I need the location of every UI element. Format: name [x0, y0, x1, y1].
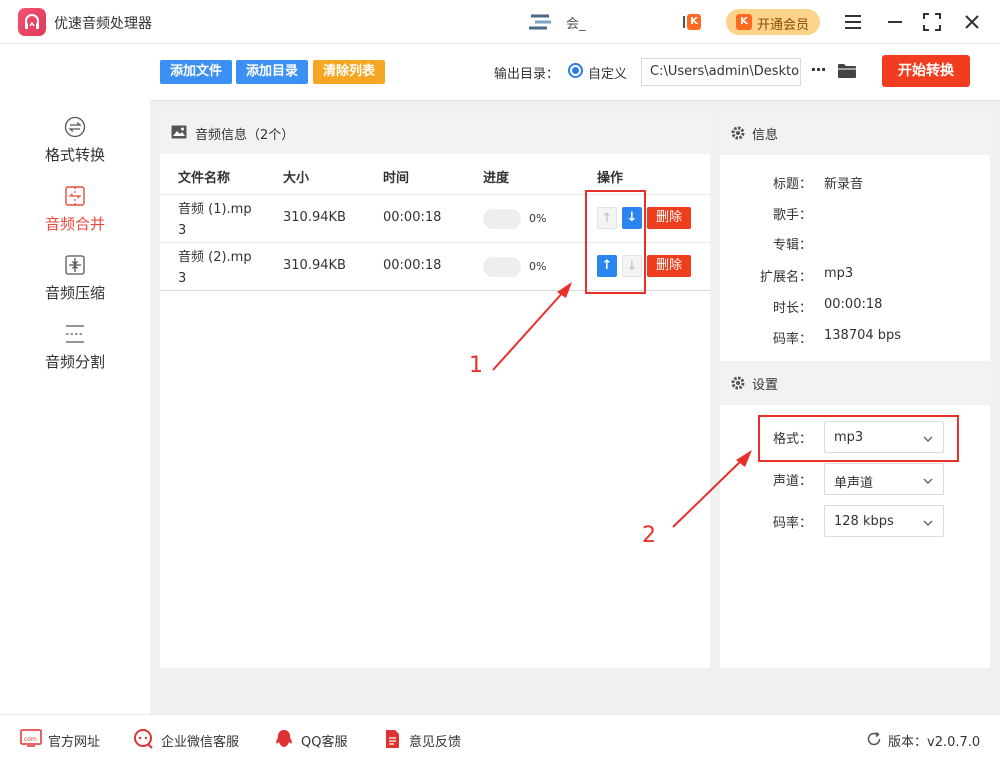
delete-button[interactable]: 删除: [647, 255, 691, 277]
gear-icon: [730, 375, 746, 391]
delete-button[interactable]: 删除: [647, 207, 691, 229]
channel-label: 声道：: [772, 474, 812, 489]
info-title-label: 标题：: [772, 177, 812, 192]
add-directory-button[interactable]: 添加目录: [236, 60, 308, 84]
output-dir-label: 输出目录：: [494, 67, 560, 82]
row-size: 310.94KB: [283, 210, 346, 225]
annotation-number-1: 1: [469, 353, 483, 378]
annotation-box-format: [758, 415, 959, 462]
svg-text:com: com: [24, 736, 37, 743]
info-artist-label: 歌手：: [772, 208, 812, 223]
bitrate-select[interactable]: 128 kbps: [824, 505, 944, 537]
info-panel: 信息 标题： 新录音 歌手： 专辑： 扩展名： mp3 时长： 00:00:18…: [720, 111, 990, 668]
channel-select[interactable]: 单声道: [824, 463, 944, 495]
image-icon: [171, 125, 187, 139]
info-extension-label: 扩展名：: [759, 270, 812, 285]
start-convert-button[interactable]: 开始转换: [882, 55, 970, 87]
chevron-down-icon: [923, 517, 933, 527]
info-bitrate-label: 码率：: [772, 332, 812, 347]
maximize-icon[interactable]: [920, 10, 944, 34]
clear-list-button[interactable]: 清除列表: [313, 60, 385, 84]
custom-dir-radio[interactable]: [568, 63, 583, 78]
menu-icon[interactable]: [841, 10, 865, 34]
progress-bar: [483, 257, 521, 277]
column-header-progress: 进度: [483, 171, 510, 186]
audio-list-title: 音频信息（2个）: [195, 128, 295, 143]
sidebar: 格式转换 音频合并 音频压缩 音频分割: [0, 44, 150, 714]
bitrate-setting-label: 码率：: [772, 516, 812, 531]
info-duration-value: 00:00:18: [824, 297, 883, 312]
info-extension-value: mp3: [824, 266, 854, 281]
feedback-icon: [381, 729, 403, 749]
custom-dir-radio-label[interactable]: 自定义: [588, 63, 627, 82]
swap-circle-icon: [64, 116, 86, 138]
folder-icon[interactable]: [837, 62, 857, 80]
row-time: 00:00:18: [383, 258, 442, 273]
open-vip-button[interactable]: K 开通会员: [726, 9, 820, 35]
app-title: 优速音频处理器: [54, 16, 152, 32]
info-title-value: 新录音: [824, 177, 864, 192]
close-icon[interactable]: [960, 10, 984, 34]
row-progress: 0%: [529, 212, 547, 225]
vip-k-icon: K: [736, 14, 752, 30]
progress-bar: [483, 209, 521, 229]
row-filename: 音频 (2).mp3: [178, 250, 252, 286]
info-duration-label: 时长：: [772, 301, 812, 316]
info-section-header: 信息: [720, 111, 990, 155]
column-header-filename: 文件名称: [178, 171, 231, 186]
row-progress: 0%: [529, 260, 547, 273]
compress-icon: [64, 254, 86, 276]
title-bar: 优速音频处理器 会_ K K 开通会员: [0, 0, 1000, 44]
more-options-button[interactable]: ···: [806, 58, 830, 86]
sidebar-item-format-convert[interactable]: 格式转换: [0, 116, 150, 182]
annotation-number-2: 2: [642, 523, 656, 548]
row-filename: 音频 (1).mp3: [178, 202, 252, 238]
user-name[interactable]: 会_: [566, 13, 586, 32]
gear-icon: [730, 125, 746, 141]
footer: com 官方网址 企业微信客服 QQ客服 意见反馈 版本：v2.0.7.0: [0, 714, 1000, 760]
qq-icon: [273, 729, 295, 749]
sidebar-item-audio-split[interactable]: 音频分割: [0, 323, 150, 389]
settings-section-header: 设置: [720, 361, 990, 405]
minimize-icon[interactable]: [883, 10, 907, 34]
column-header-time: 时间: [383, 171, 410, 186]
row-size: 310.94KB: [283, 258, 346, 273]
sidebar-item-audio-merge[interactable]: 音频合并: [0, 185, 150, 251]
user-avatar-icon: [527, 12, 557, 32]
audio-list-header: 音频信息（2个）: [160, 111, 710, 154]
sidebar-item-audio-compress[interactable]: 音频压缩: [0, 254, 150, 320]
add-file-button[interactable]: 添加文件: [160, 60, 232, 84]
output-path-field[interactable]: C:\Users\admin\Deskto: [641, 58, 801, 86]
website-icon: com: [20, 729, 42, 749]
chevron-down-icon: [923, 475, 933, 485]
toolbar: 添加文件 添加目录 清除列表 输出目录： 自定义 C:\Users\admin\…: [150, 44, 1000, 101]
column-header-actions: 操作: [597, 171, 624, 186]
refresh-icon: [866, 731, 882, 747]
wechat-service-icon: [133, 729, 155, 749]
info-title: 信息: [752, 128, 779, 143]
app-logo-icon: [18, 8, 46, 36]
row-time: 00:00:18: [383, 210, 442, 225]
annotation-box-arrows: [585, 190, 646, 294]
merge-icon: [64, 185, 86, 207]
info-album-label: 专辑：: [772, 238, 812, 253]
column-header-size: 大小: [283, 171, 310, 186]
split-icon: [64, 323, 86, 345]
vip-badge-icon: K: [683, 14, 701, 30]
settings-title: 设置: [752, 378, 779, 393]
info-bitrate-value: 138704 bps: [824, 328, 902, 343]
